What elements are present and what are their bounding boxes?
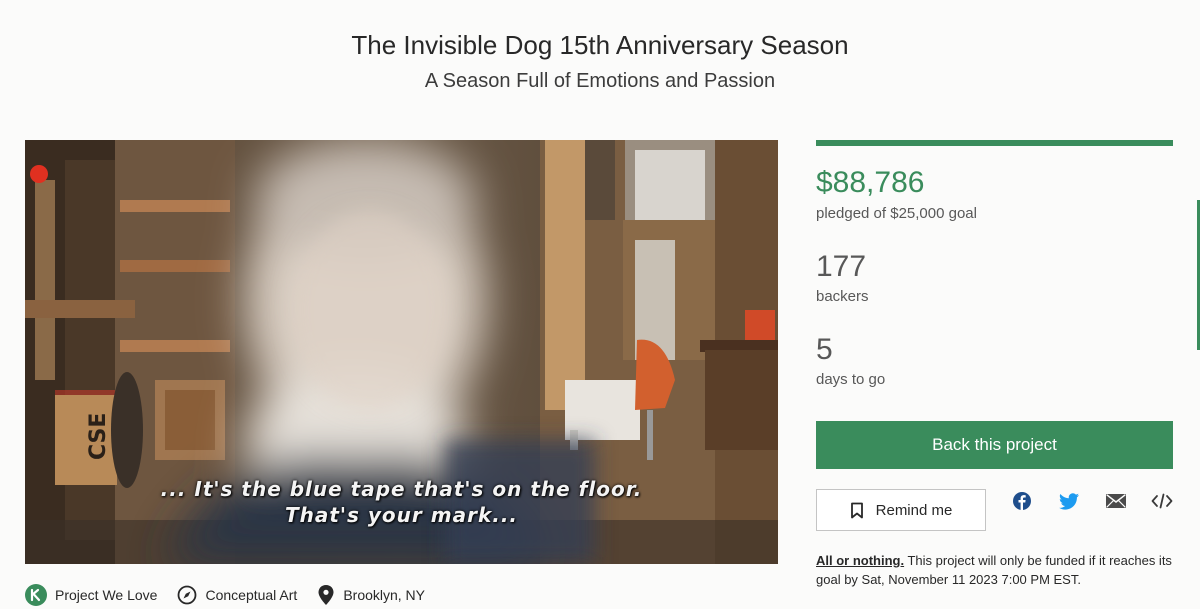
backers-count: 177 [816,250,867,283]
all-or-nothing-link[interactable]: All or nothing. [816,553,904,568]
backers-label: backers [816,288,869,305]
compass-icon [177,585,197,605]
project-title: The Invisible Dog 15th Anniversary Seaso… [351,30,849,60]
pledged-amount: $88,786 [816,166,925,199]
days-count: 5 [816,333,833,366]
email-icon[interactable] [1105,490,1127,512]
tag-label: Project We Love [55,587,158,603]
location-pin-icon [317,584,335,606]
twitter-icon[interactable] [1058,490,1080,512]
tag-label: Brooklyn, NY [343,587,426,603]
pledged-label: pledged of $25,000 goal [816,205,977,222]
tag-label: Conceptual Art [205,587,298,603]
tag-conceptual-art[interactable]: Conceptual Art [177,585,297,605]
funding-note: All or nothing. This project will only b… [816,551,1176,589]
remind-me-label: Remind me [875,501,953,519]
video-caption-line-2: That's your mark... [284,503,519,527]
back-this-project-button[interactable]: Back this project [816,421,1173,469]
tag-project-we-love[interactable]: Project We Love [25,584,157,606]
kickstarter-badge-icon [25,584,47,606]
video-player[interactable]: CSE ... It's the blue tape that's on the… [25,140,778,564]
funding-progress-fill [816,140,1173,146]
facebook-icon[interactable] [1011,490,1033,512]
funding-progress-bar [816,140,1173,146]
video-caption-line-1: ... It's the blue tape that's on the flo… [160,477,643,501]
project-subtitle: A Season Full of Emotions and Passion [424,70,776,92]
remind-me-button[interactable]: Remind me [816,489,986,531]
svg-text:CSE: CSE [86,413,111,460]
days-label: days to go [816,371,886,388]
bookmark-icon [850,502,864,519]
project-tags: Project We Love Conceptual Art Brooklyn,… [25,583,445,607]
embed-icon[interactable] [1151,490,1173,512]
tag-location[interactable]: Brooklyn, NY [317,584,425,606]
